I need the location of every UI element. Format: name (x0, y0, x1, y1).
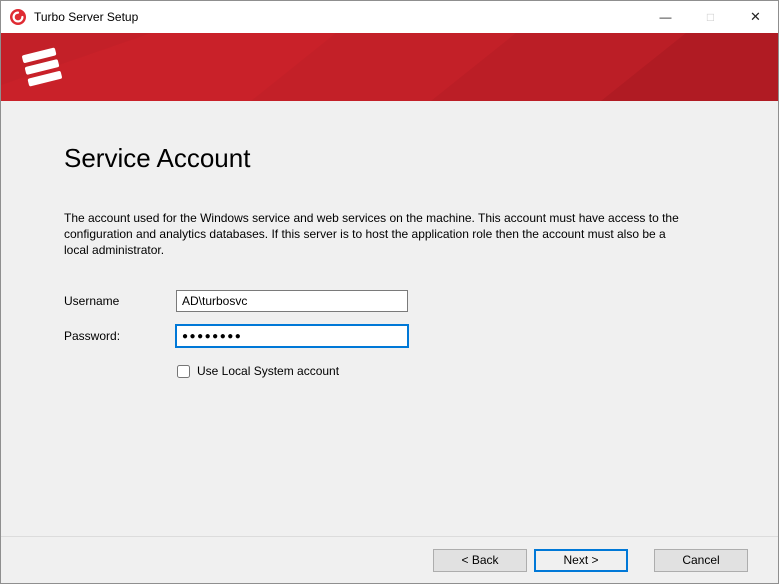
app-icon (10, 9, 26, 25)
service-account-form: Username Password: Use Local System acco… (64, 290, 715, 378)
minimize-button[interactable]: — (643, 1, 688, 33)
back-button[interactable]: < Back (433, 549, 527, 572)
installer-window: Turbo Server Setup — □ ✕ Service Account (0, 0, 779, 584)
close-button[interactable]: ✕ (733, 1, 778, 33)
window-title: Turbo Server Setup (34, 10, 643, 24)
username-row: Username (64, 290, 715, 312)
dialog-content: Service Account The account used for the… (1, 143, 778, 378)
next-button[interactable]: Next > (534, 549, 628, 572)
page-title: Service Account (64, 143, 715, 174)
banner-pattern (1, 33, 778, 101)
password-row: Password: (64, 325, 715, 347)
cancel-button[interactable]: Cancel (654, 549, 748, 572)
footer: < Back Next > Cancel (1, 536, 778, 583)
description: The account used for the Windows service… (64, 210, 686, 258)
username-label: Username (64, 294, 176, 308)
local-system-checkbox[interactable] (177, 365, 190, 378)
title-bar: Turbo Server Setup — □ ✕ (1, 1, 778, 33)
local-system-checkbox-label: Use Local System account (197, 364, 339, 378)
username-input[interactable] (176, 290, 408, 312)
password-input[interactable] (176, 325, 408, 347)
banner (1, 33, 778, 101)
maximize-button: □ (688, 1, 733, 33)
turbo-logo-icon (19, 44, 65, 95)
local-system-row: Use Local System account (176, 364, 715, 378)
password-label: Password: (64, 329, 176, 343)
